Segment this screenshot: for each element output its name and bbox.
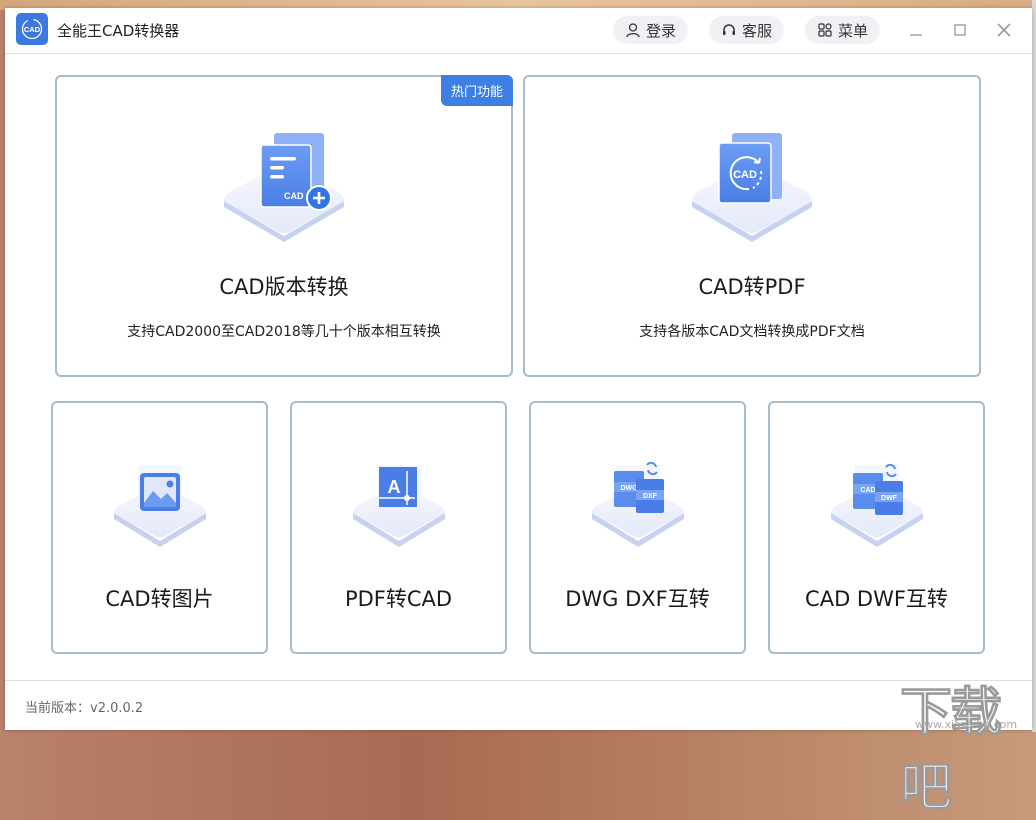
maximize-icon: [954, 24, 966, 36]
cad-dwf-title: CAD DWF互转: [805, 587, 948, 611]
watermark-url: www.xiazaiba.com: [915, 718, 1018, 731]
pdf-to-cad-title: PDF转CAD: [344, 587, 453, 611]
user-icon: [626, 23, 640, 38]
feature-card-cad-to-pdf[interactable]: CAD CAD转PDF 支持各版本CAD文档转换成PDF文档: [523, 75, 981, 377]
version-label: 当前版本：v2.0.0.2: [25, 701, 144, 716]
login-button[interactable]: 登录: [613, 16, 689, 44]
hot-feature-badge: 热门功能: [440, 75, 513, 106]
cad-to-image-icon: [110, 461, 210, 555]
app-window: CAD 全能王CAD转换器 登录 客服 菜单 热门功能 CAD CAD版本转换 …: [5, 8, 1032, 730]
cad-to-image-title: CAD转图片: [105, 587, 214, 611]
minimize-button[interactable]: [904, 18, 928, 42]
app-logo-icon: CAD: [16, 13, 48, 45]
minimize-icon: [910, 34, 922, 36]
feature-card-pdf-to-cad[interactable]: A PDF转CAD: [290, 401, 507, 654]
desktop-edge: [1032, 0, 1036, 732]
feature-card-cad-to-image[interactable]: CAD转图片: [51, 401, 268, 654]
cad-to-pdf-title: CAD转PDF: [698, 275, 806, 299]
grid-icon: [818, 23, 832, 37]
title-bar: CAD 全能王CAD转换器 登录 客服 菜单: [5, 8, 1032, 54]
cad-to-pdf-description: 支持各版本CAD文档转换成PDF文档: [639, 324, 865, 340]
headset-icon: [723, 24, 735, 35]
menu-button[interactable]: 菜单: [805, 16, 881, 44]
pdf-to-cad-icon: A: [349, 461, 449, 555]
close-icon: [997, 23, 1011, 37]
customer-service-label: 客服: [742, 21, 773, 40]
login-label: 登录: [646, 21, 677, 40]
svg-text:DWG: DWG: [620, 485, 638, 492]
version-convert-title: CAD版本转换: [219, 275, 349, 299]
customer-service-button[interactable]: 客服: [709, 16, 785, 44]
feature-card-cad-dwf[interactable]: CAD DWF CAD DWF互转: [768, 401, 985, 654]
status-footer: 当前版本：v2.0.0.2: [5, 680, 1032, 731]
svg-text:CAD: CAD: [733, 169, 757, 181]
menu-label: 菜单: [838, 21, 869, 40]
version-convert-description: 支持CAD2000至CAD2018等几十个版本相互转换: [127, 324, 441, 340]
dwg-dxf-icon: DWG DXF: [588, 461, 688, 555]
close-button[interactable]: [992, 18, 1016, 42]
svg-text:DWF: DWF: [881, 495, 898, 502]
feature-card-dwg-dxf[interactable]: DWG DXF DWG DXF互转: [529, 401, 746, 654]
dwg-dxf-title: DWG DXF互转: [565, 587, 710, 611]
svg-text:CAD: CAD: [860, 487, 875, 494]
cad-dwf-icon: CAD DWF: [827, 461, 927, 555]
svg-text:CAD: CAD: [284, 191, 304, 201]
svg-text:A: A: [387, 477, 400, 497]
svg-text:DXF: DXF: [643, 493, 658, 500]
svg-text:CAD: CAD: [24, 25, 41, 34]
cad-to-pdf-icon: CAD: [687, 125, 817, 249]
version-convert-icon: CAD: [219, 125, 349, 249]
feature-card-version-convert[interactable]: 热门功能 CAD CAD版本转换 支持CAD2000至CAD2018等几十个版本…: [55, 75, 513, 377]
app-title: 全能王CAD转换器: [57, 22, 180, 40]
maximize-button[interactable]: [948, 18, 972, 42]
